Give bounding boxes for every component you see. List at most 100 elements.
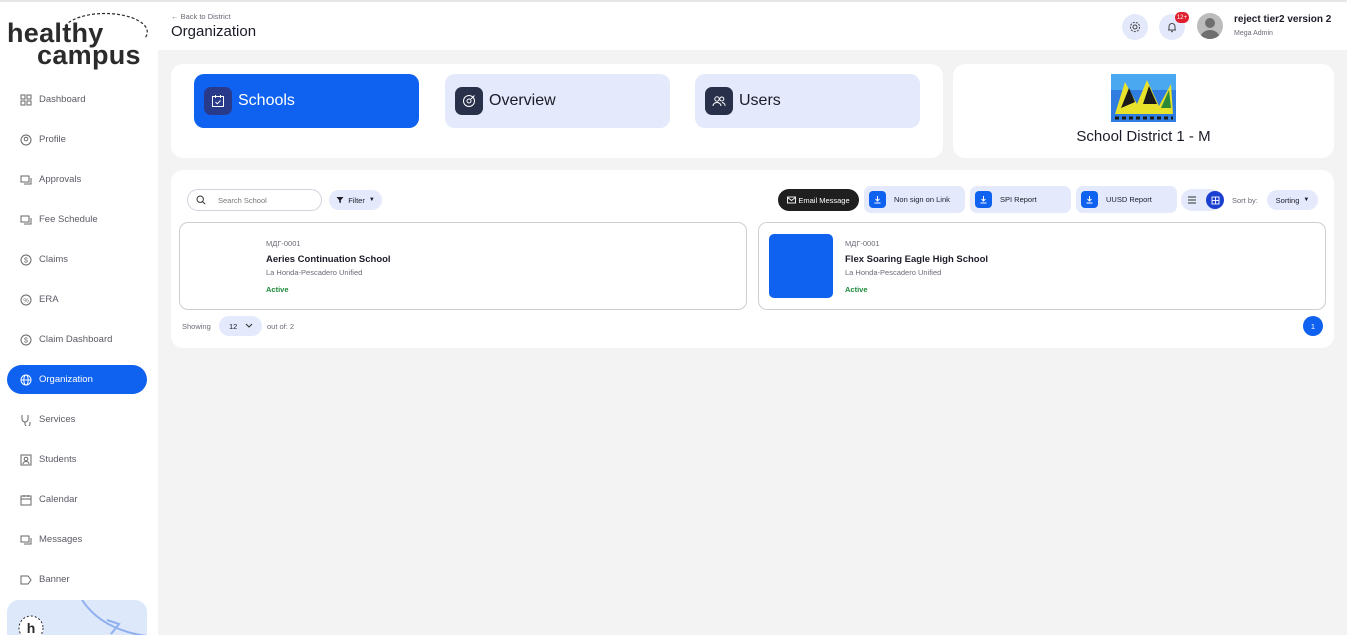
sidebar-item-label: Banner: [39, 574, 70, 585]
search-box[interactable]: [187, 189, 322, 211]
per-page-select[interactable]: 12: [219, 316, 262, 336]
healthy-campus-logo[interactable]: healthy campus: [7, 12, 152, 74]
user-role: Mega Admin: [1234, 30, 1273, 37]
stethoscope-icon: [20, 414, 32, 426]
dollar-circle-icon: $: [20, 254, 32, 266]
sidebar-item-label: Claim Dashboard: [39, 334, 113, 345]
sidebar-item-label: Calendar: [39, 494, 78, 505]
spi-report-button[interactable]: SPI Report: [970, 186, 1071, 213]
filter-funnel-icon: [336, 197, 344, 204]
tab-label: Users: [739, 92, 781, 109]
filter-label: Filter: [348, 195, 365, 205]
notification-badge: 12+: [1174, 12, 1189, 23]
school-card[interactable]: МДГ-0001 Flex Soaring Eagle High School …: [758, 222, 1326, 310]
sidebar-item-label: Messages: [39, 534, 83, 545]
logo-text-line2: campus: [37, 40, 141, 70]
school-thumbnail: [769, 234, 833, 298]
overview-target-icon: [455, 87, 483, 115]
status-badge: Active: [266, 285, 289, 294]
sidebar-item-label: Profile: [39, 134, 66, 145]
chevron-down-icon: [245, 323, 253, 328]
sidebar-nav: Dashboard Profile Approvals Fee Schedule…: [7, 85, 147, 605]
dollar-circle-icon: $: [20, 334, 32, 346]
sidebar-item-label: Services: [39, 414, 76, 425]
sidebar-item-label: Approvals: [39, 174, 82, 185]
per-page-value: 12: [229, 321, 238, 331]
percent-icon: %: [20, 294, 32, 306]
sidebar-promo-card: h: [7, 600, 147, 635]
chat-icon: [20, 214, 32, 226]
caret-down-icon: ▼: [368, 197, 375, 203]
sort-by-label: Sort by:: [1232, 196, 1258, 205]
school-name: Aeries Continuation School: [266, 254, 391, 265]
sidebar-item-services[interactable]: Services: [7, 405, 147, 434]
users-icon: [705, 87, 733, 115]
id-card-icon: [20, 454, 32, 466]
notifications-button[interactable]: 12+: [1159, 12, 1189, 40]
search-icon: [196, 195, 206, 205]
promo-decoration-icon: h: [18, 600, 147, 635]
avatar[interactable]: [1197, 13, 1223, 39]
banner-icon: [20, 574, 32, 586]
school-district: La Honda-Pescadero Unified: [266, 268, 363, 277]
sort-dropdown[interactable]: Sorting ▼: [1267, 190, 1318, 210]
download-icon: [975, 191, 992, 208]
school-card[interactable]: МДГ-0001 Aeries Continuation School La H…: [179, 222, 747, 310]
back-link-label: Back to District: [180, 12, 231, 21]
user-circle-icon: [20, 134, 32, 146]
sidebar-item-dashboard[interactable]: Dashboard: [7, 85, 147, 114]
globe-icon: [20, 374, 32, 386]
sidebar: healthy campus Dashboard Profile Approva…: [0, 2, 158, 635]
out-of-label: out of: 2: [267, 322, 295, 331]
grid-icon: [20, 94, 32, 106]
search-input[interactable]: [218, 195, 318, 205]
chat-icon: [20, 174, 32, 186]
sort-value: Sorting: [1275, 195, 1300, 205]
email-message-button[interactable]: Email Message: [778, 189, 859, 211]
list-view-icon[interactable]: [1185, 193, 1199, 207]
spi-report-label: SPI Report: [1000, 195, 1037, 204]
tab-label: Overview: [489, 92, 556, 109]
sidebar-item-profile[interactable]: Profile: [7, 125, 147, 154]
svg-text:$: $: [24, 257, 28, 264]
back-link[interactable]: ← Back to District: [171, 12, 231, 21]
school-name: Flex Soaring Eagle High School: [845, 254, 989, 265]
page-header: ← Back to District Organization 12+ reje…: [158, 2, 1347, 50]
chat-icon: [20, 534, 32, 546]
sidebar-item-banner[interactable]: Banner: [7, 565, 147, 594]
page-title: Organization: [171, 23, 257, 40]
settings-button[interactable]: [1122, 14, 1148, 40]
sidebar-item-label: Claims: [39, 254, 69, 265]
sidebar-item-claim-dashboard[interactable]: $ Claim Dashboard: [7, 325, 147, 354]
district-name: School District 1 - M: [1076, 128, 1211, 145]
uusd-report-button[interactable]: UUSD Report: [1076, 186, 1177, 213]
sidebar-item-claims[interactable]: $ Claims: [7, 245, 147, 274]
calendar-icon: [20, 494, 32, 506]
sidebar-item-messages[interactable]: Messages: [7, 525, 147, 554]
district-card: School District 1 - M: [953, 64, 1334, 158]
schools-list-card: Filter ▼ Email Message Non sign on Link …: [171, 170, 1334, 348]
school-thumbnail: [190, 234, 254, 298]
sidebar-item-approvals[interactable]: Approvals: [7, 165, 147, 194]
sidebar-item-label: Fee Schedule: [39, 214, 98, 225]
grid-view-icon[interactable]: [1206, 191, 1224, 209]
tab-overview[interactable]: Overview: [445, 74, 670, 128]
download-icon: [869, 191, 886, 208]
svg-text:%: %: [23, 298, 29, 304]
filter-button[interactable]: Filter ▼: [329, 190, 382, 210]
download-icon: [1081, 191, 1098, 208]
sidebar-item-students[interactable]: Students: [7, 445, 147, 474]
sidebar-item-label: ERA: [39, 294, 59, 305]
non-sign-on-link-label: Non sign on Link: [894, 195, 950, 204]
sidebar-item-era[interactable]: % ERA: [7, 285, 147, 314]
tab-schools[interactable]: Schools: [194, 74, 419, 128]
sidebar-item-organization[interactable]: Organization: [7, 365, 147, 394]
page-button-current[interactable]: 1: [1303, 316, 1323, 336]
sidebar-item-fee-schedule[interactable]: Fee Schedule: [7, 205, 147, 234]
tabs-card: Schools Overview Users: [171, 64, 943, 158]
tab-users[interactable]: Users: [695, 74, 920, 128]
sidebar-item-label: Dashboard: [39, 94, 86, 105]
uusd-report-label: UUSD Report: [1106, 195, 1152, 204]
sidebar-item-calendar[interactable]: Calendar: [7, 485, 147, 514]
non-sign-on-link-button[interactable]: Non sign on Link: [864, 186, 965, 213]
